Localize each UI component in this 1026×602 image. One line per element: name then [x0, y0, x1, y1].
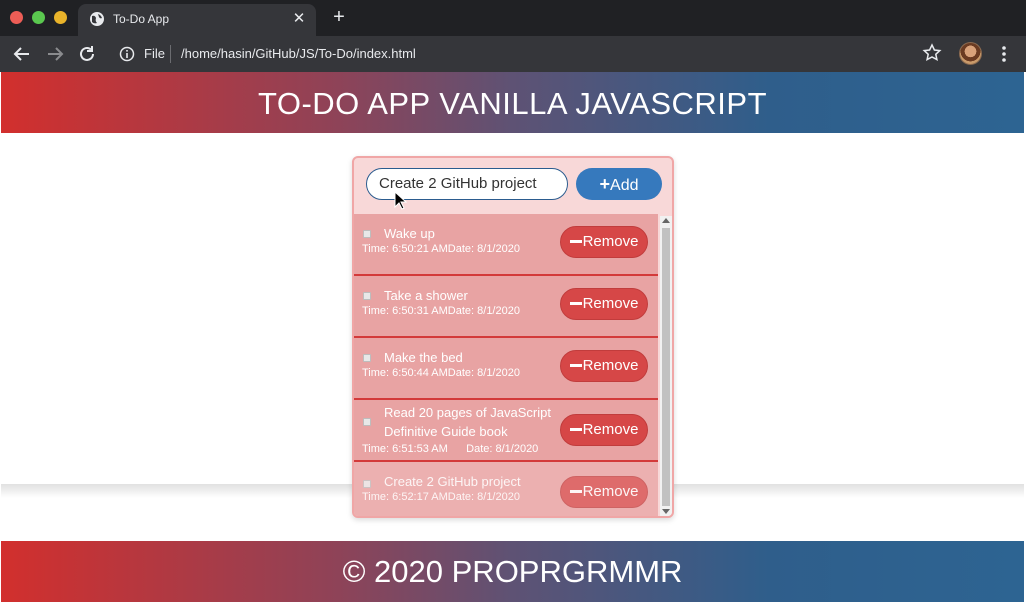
add-task-button[interactable]: +Add — [576, 168, 662, 200]
address-bar[interactable]: /home/hasin/GitHub/JS/To-Do/index.html — [181, 46, 416, 61]
globe-icon — [90, 12, 104, 26]
omnibox-divider — [170, 45, 171, 63]
task-timestamp: Time: 6:50:44 AMDate: 8/1/2020 — [362, 367, 520, 379]
browser-toolbar: File /home/hasin/GitHub/JS/To-Do/index.h… — [0, 36, 1026, 72]
task-text: Take a shower — [384, 288, 468, 303]
page-header: TO-DO APP VANILLA JAVASCRIPT — [1, 72, 1024, 133]
remove-task-button[interactable]: Remove — [560, 350, 648, 382]
task-text: Wake up — [384, 226, 435, 241]
remove-button-label: Remove — [582, 421, 639, 438]
task-item: Take a shower Time: 6:50:31 AMDate: 8/1/… — [354, 276, 658, 338]
web-page: TO-DO APP VANILLA JAVASCRIPT Create 2 Gi… — [1, 72, 1024, 602]
task-item: Wake up Time: 6:50:21 AMDate: 8/1/2020 R… — [354, 214, 658, 276]
task-text: Create 2 GitHub project — [384, 474, 521, 489]
scroll-up-arrow-icon[interactable] — [662, 218, 670, 223]
forward-arrow-icon[interactable] — [43, 42, 67, 66]
close-window-button[interactable] — [10, 11, 23, 24]
task-timestamp: Time: 6:52:17 AMDate: 8/1/2020 — [362, 491, 520, 503]
browser-tab[interactable]: To-Do App ✕ — [78, 4, 316, 36]
browser-tab-bar: To-Do App ✕ + — [0, 0, 1026, 36]
remove-button-label: Remove — [582, 357, 639, 374]
profile-avatar[interactable] — [959, 42, 982, 65]
task-checkbox[interactable] — [363, 418, 371, 426]
minimize-window-button[interactable] — [54, 11, 67, 24]
remove-task-button[interactable]: Remove — [560, 414, 648, 446]
minus-icon — [569, 427, 582, 431]
new-tab-button[interactable]: + — [328, 6, 350, 29]
info-icon[interactable] — [118, 45, 136, 63]
close-tab-icon[interactable]: ✕ — [290, 9, 308, 27]
footer-copyright: © 2020 PROPRGRMMR — [342, 554, 683, 589]
task-item: Read 20 pages of JavaScript Definitive G… — [354, 400, 658, 462]
remove-task-button[interactable]: Remove — [560, 476, 648, 508]
task-timestamp: Time: 6:50:31 AMDate: 8/1/2020 — [362, 305, 520, 317]
add-button-label: Add — [610, 177, 639, 194]
task-timestamp: Time: 6:51:53 AM Date: 8/1/2020 — [362, 443, 539, 455]
minus-icon — [569, 363, 582, 367]
task-item: Make the bed Time: 6:50:44 AMDate: 8/1/2… — [354, 338, 658, 400]
remove-task-button[interactable]: Remove — [560, 288, 648, 320]
more-menu-icon[interactable] — [995, 42, 1013, 66]
page-footer: © 2020 PROPRGRMMR — [1, 541, 1024, 602]
minus-icon — [569, 239, 582, 243]
minus-icon — [569, 301, 582, 305]
remove-button-label: Remove — [582, 483, 639, 500]
mouse-cursor-icon — [394, 191, 408, 210]
task-checkbox[interactable] — [363, 292, 371, 300]
task-text: Make the bed — [384, 350, 463, 365]
tab-title: To-Do App — [113, 12, 170, 26]
remove-task-button[interactable]: Remove — [560, 226, 648, 258]
remove-button-label: Remove — [582, 233, 639, 250]
plus-icon: + — [599, 174, 611, 194]
page-title: TO-DO APP VANILLA JAVASCRIPT — [257, 86, 768, 121]
minus-icon — [569, 489, 582, 493]
maximize-window-button[interactable] — [32, 11, 45, 24]
task-checkbox[interactable] — [363, 480, 371, 488]
scroll-down-arrow-icon[interactable] — [662, 509, 670, 514]
task-item: Create 2 GitHub project Time: 6:52:17 AM… — [354, 462, 658, 516]
task-text: Read 20 pages of JavaScript Definitive G… — [384, 405, 551, 439]
task-checkbox[interactable] — [363, 230, 371, 238]
omnibox-scheme: File — [144, 46, 165, 61]
remove-button-label: Remove — [582, 295, 639, 312]
task-list[interactable]: Wake up Time: 6:50:21 AMDate: 8/1/2020 R… — [354, 214, 658, 516]
back-arrow-icon[interactable] — [10, 42, 34, 66]
task-checkbox[interactable] — [363, 354, 371, 362]
reload-icon[interactable] — [75, 42, 99, 66]
task-list-scrollbar[interactable] — [660, 216, 672, 516]
scroll-thumb[interactable] — [662, 228, 670, 506]
task-timestamp: Time: 6:50:21 AMDate: 8/1/2020 — [362, 243, 520, 255]
bookmark-star-icon[interactable] — [921, 42, 943, 64]
